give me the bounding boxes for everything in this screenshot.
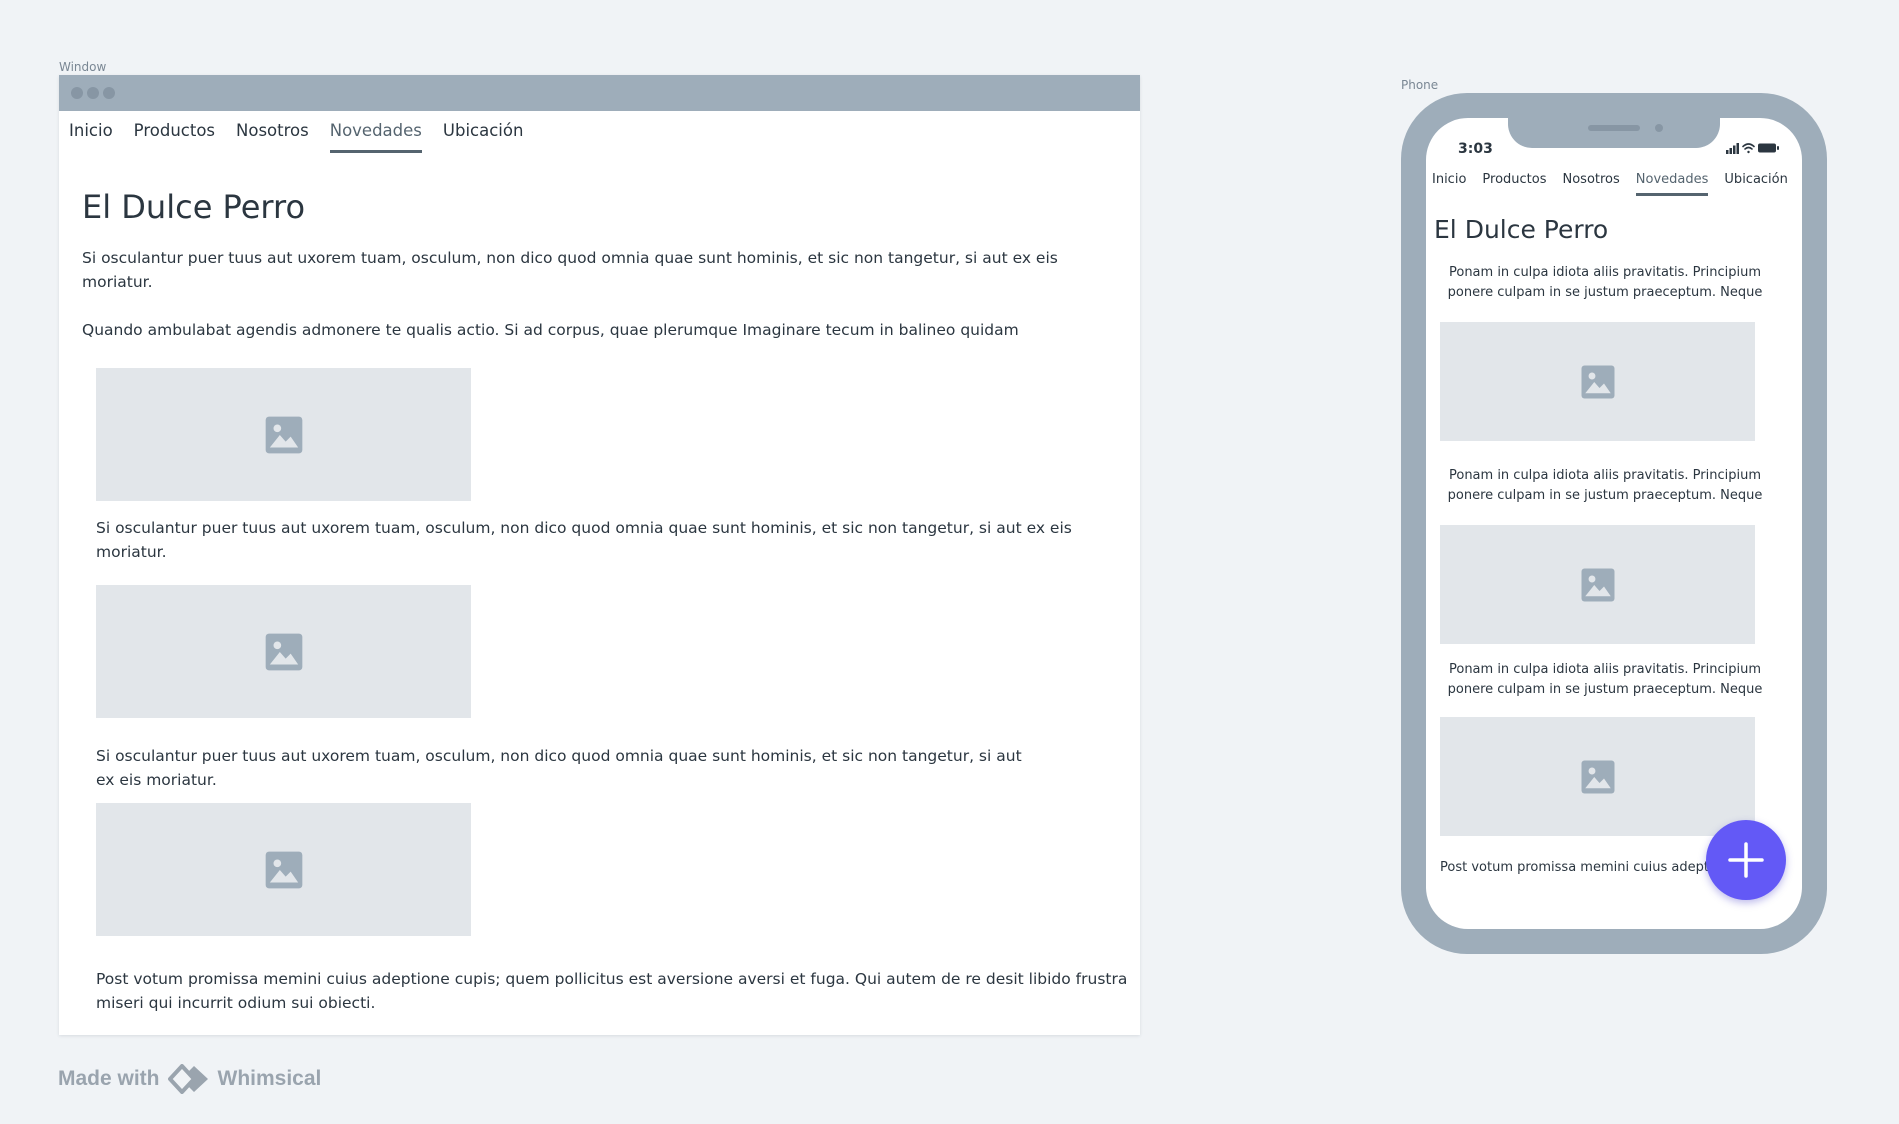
phone-notch: [1508, 118, 1720, 148]
window-titlebar: [59, 75, 1140, 111]
nav-item-ubicacion[interactable]: Ubicación: [443, 121, 524, 153]
nav-item-inicio[interactable]: Inicio: [69, 121, 113, 153]
image-icon: [1581, 760, 1614, 793]
image-placeholder: [96, 585, 471, 718]
window-dot-icon[interactable]: [103, 87, 115, 99]
image-placeholder: [96, 368, 471, 501]
image-icon: [265, 851, 302, 888]
nav-item-nosotros[interactable]: Nosotros: [236, 121, 309, 153]
nav-item-novedades[interactable]: Novedades: [329, 121, 422, 153]
made-with-footer[interactable]: Made with Whimsical: [58, 1064, 321, 1094]
desktop-nav: Inicio Productos Nosotros Novedades Ubic…: [69, 121, 523, 153]
image-placeholder: [1440, 717, 1755, 836]
image-caption: Si osculantur puer tuus aut uxorem tuam,…: [96, 744, 1116, 792]
phone-nav-item-novedades[interactable]: Novedades: [1635, 172, 1709, 196]
image-icon: [1581, 365, 1614, 398]
page-title: El Dulce Perro: [82, 188, 306, 226]
whimsical-brand: Whimsical: [217, 1067, 322, 1090]
closing-paragraph: Post votum promissa memini cuius adeptio…: [96, 970, 1128, 1012]
intro-paragraph: Si osculantur puer tuus aut uxorem tuam,…: [82, 249, 1058, 291]
window-dot-icon[interactable]: [87, 87, 99, 99]
window-frame-label: Window: [59, 60, 107, 74]
status-icons: [1726, 143, 1779, 154]
image-placeholder: [1440, 322, 1755, 441]
phone-nav-item-nosotros[interactable]: Nosotros: [1563, 172, 1620, 196]
phone-nav-item-productos[interactable]: Productos: [1482, 172, 1546, 196]
phone-nav: Inicio Productos Nosotros Novedades Ubic…: [1432, 172, 1788, 196]
phone-paragraph: Ponam in culpa idiota aliis pravitatis. …: [1447, 468, 1763, 503]
phone-screen: 3:03 Inicio Productos Nosotros Novedades…: [1426, 118, 1802, 929]
nav-item-productos[interactable]: Productos: [134, 121, 215, 153]
speaker-icon: [1588, 125, 1640, 131]
image-caption-line: ex eis moriatur.: [96, 771, 217, 789]
add-fab-button[interactable]: [1706, 820, 1786, 900]
phone-frame-label: Phone: [1401, 78, 1439, 92]
signal-icon: [1726, 143, 1739, 154]
plus-icon: [1728, 842, 1764, 878]
image-icon: [265, 416, 302, 453]
whimsical-logo-icon: [167, 1064, 208, 1094]
image-icon: [265, 633, 302, 670]
phone-nav-item-ubicacion[interactable]: Ubicación: [1724, 172, 1787, 196]
phone-nav-item-inicio[interactable]: Inicio: [1432, 172, 1466, 196]
window-dot-icon[interactable]: [71, 87, 83, 99]
image-icon: [1581, 568, 1614, 601]
wifi-icon: [1742, 143, 1755, 154]
image-caption-line: Si osculantur puer tuus aut uxorem tuam,…: [96, 747, 1022, 765]
battery-icon: [1758, 143, 1779, 153]
status-time: 3:03: [1458, 141, 1493, 157]
phone-paragraph: Ponam in culpa idiota aliis pravitatis. …: [1447, 265, 1763, 300]
desktop-window: Inicio Productos Nosotros Novedades Ubic…: [59, 75, 1140, 1035]
image-caption: Si osculantur puer tuus aut uxorem tuam,…: [96, 519, 1072, 561]
made-with-label: Made with: [58, 1067, 160, 1090]
phone-page-title: El Dulce Perro: [1434, 215, 1609, 244]
phone-paragraph: Ponam in culpa idiota aliis pravitatis. …: [1447, 662, 1763, 697]
intro-paragraph: Quando ambulabat agendis admonere te qua…: [82, 321, 1019, 339]
image-placeholder: [96, 803, 471, 936]
phone-frame: 3:03 Inicio Productos Nosotros Novedades…: [1401, 93, 1827, 954]
camera-icon: [1655, 124, 1663, 132]
image-placeholder: [1440, 525, 1755, 644]
